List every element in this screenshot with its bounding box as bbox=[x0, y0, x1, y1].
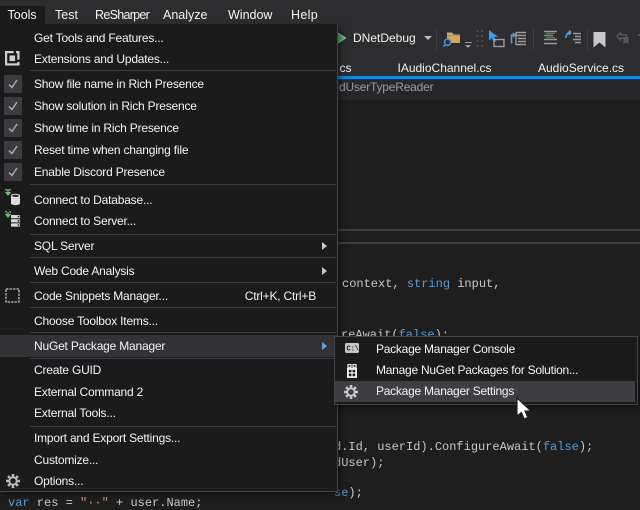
svg-text:C:\: C:\ bbox=[346, 346, 359, 354]
